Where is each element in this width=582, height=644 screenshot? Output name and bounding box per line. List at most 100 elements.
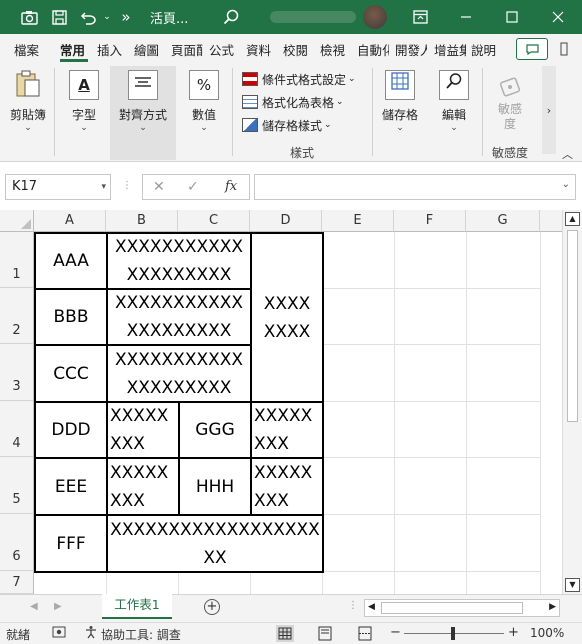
cell-d1[interactable]: XXXXXXXX — [250, 232, 324, 403]
formula-input[interactable]: ⌄ — [254, 174, 576, 200]
row-header-5[interactable]: 5 — [0, 457, 34, 514]
tab-help[interactable]: 說明 — [471, 40, 496, 59]
conditional-format-button[interactable]: 條件式格式設定 ⌄ — [242, 70, 370, 88]
cell-a4[interactable]: DDD — [34, 401, 108, 459]
row-header-7[interactable]: 7 — [0, 571, 34, 594]
enter-icon[interactable]: ✓ — [187, 179, 199, 195]
add-sheet-icon[interactable]: + — [204, 599, 220, 615]
zoom-in-button[interactable]: + — [508, 625, 519, 640]
tab-page-layout[interactable]: 頁面配 — [171, 40, 203, 59]
tab-formulas[interactable]: 公式 — [209, 40, 234, 59]
row-header-2[interactable]: 2 — [0, 288, 34, 344]
ribbon-display-icon[interactable] — [406, 0, 434, 34]
name-box[interactable]: K17 ▾ — [5, 174, 111, 200]
cell-c5[interactable]: HHH — [178, 457, 252, 516]
avatar[interactable] — [360, 0, 390, 34]
format-as-table-button[interactable]: 格式化為表格 ⌄ — [242, 93, 370, 111]
worksheet-grid[interactable]: A B C D E F G 1 2 3 4 5 6 7 AAA XXXXXXXX… — [0, 210, 582, 594]
collapse-ribbon-icon[interactable]: ︿ — [562, 146, 573, 162]
font-button[interactable]: A 字型 ⌄ — [62, 70, 106, 133]
tab-splitter-icon[interactable]: ⋮ — [348, 600, 358, 611]
undo-dropdown-icon[interactable]: ⌄ — [100, 0, 114, 34]
close-icon[interactable] — [544, 0, 572, 34]
comments-button[interactable] — [516, 38, 548, 60]
horizontal-scroll-thumb[interactable] — [381, 602, 523, 614]
tab-insert[interactable]: 插入 — [97, 40, 122, 59]
tab-view[interactable]: 檢視 — [320, 40, 345, 59]
column-header-d[interactable]: D — [250, 210, 322, 232]
cell-b1[interactable]: XXXXXXXXXXXXXXXXXXXX — [106, 232, 252, 290]
minimize-icon[interactable] — [452, 0, 480, 34]
column-header-e[interactable]: E — [322, 210, 394, 232]
scroll-left-icon[interactable]: ◀ — [368, 602, 375, 612]
ribbon-overflow-icon[interactable] — [560, 42, 570, 58]
search-icon[interactable] — [220, 0, 242, 34]
normal-view-button[interactable] — [276, 625, 294, 642]
vertical-scroll-thumb[interactable] — [567, 230, 578, 422]
cell-d5[interactable]: XXXXXXXX — [250, 457, 324, 516]
insert-function-button[interactable]: fx — [225, 179, 237, 194]
column-header-b[interactable]: B — [106, 210, 178, 232]
scroll-up-icon[interactable]: ▲ — [565, 212, 580, 226]
cell-d4[interactable]: XXXXXXXX — [250, 401, 324, 459]
scroll-right-icon[interactable]: ▶ — [549, 602, 556, 612]
alignment-button[interactable]: 對齊方式 ⌄ — [112, 70, 174, 133]
expand-formula-bar-icon[interactable]: ⌄ — [562, 179, 570, 190]
accessibility-status[interactable]: 協助工具: 調查 — [101, 626, 181, 643]
number-button[interactable]: % 數值 ⌄ — [182, 70, 226, 133]
save-icon[interactable] — [46, 0, 72, 34]
column-header-f[interactable]: F — [394, 210, 466, 232]
accessibility-icon[interactable] — [84, 625, 100, 641]
tab-draw[interactable]: 繪圖 — [134, 40, 159, 59]
cells-button[interactable]: 儲存格 ⌄ — [378, 70, 422, 133]
tab-home[interactable]: 常用 — [60, 40, 85, 59]
cell-b5[interactable]: XXXXXXXX — [106, 457, 180, 516]
editing-button[interactable]: 編輯 ⌄ — [432, 70, 476, 133]
zoom-out-button[interactable]: − — [390, 625, 401, 640]
next-sheet-icon[interactable]: ▶ — [54, 601, 62, 612]
column-header-a[interactable]: A — [34, 210, 106, 232]
macro-record-icon[interactable] — [52, 625, 68, 641]
camera-icon[interactable] — [16, 0, 42, 34]
page-break-view-icon[interactable] — [356, 625, 374, 642]
cell-styles-button[interactable]: 儲存格樣式 ⌄ — [242, 116, 370, 134]
ribbon-scroll-right-icon[interactable]: › — [542, 66, 556, 154]
cell-b6[interactable]: XXXXXXXXXXXXXXXXXXXX — [106, 514, 324, 573]
cell-a1[interactable]: AAA — [34, 232, 108, 290]
cell-a3[interactable]: CCC — [34, 344, 108, 403]
column-header-g[interactable]: G — [466, 210, 540, 232]
row-header-1[interactable]: 1 — [0, 232, 34, 288]
sensitivity-button[interactable]: 敏感度 — [488, 70, 532, 132]
horizontal-scrollbar[interactable]: ◀ ▶ — [364, 599, 560, 617]
undo-icon[interactable] — [78, 0, 100, 34]
cell-c4[interactable]: GGG — [178, 401, 252, 459]
qat-more-icon[interactable]: » — [118, 0, 134, 34]
column-header-c[interactable]: C — [178, 210, 250, 232]
cell-b4[interactable]: XXXXXXXX — [106, 401, 180, 459]
row-header-6[interactable]: 6 — [0, 514, 34, 571]
sheet-tab-1[interactable]: 工作表1 — [102, 594, 172, 619]
cell-b3[interactable]: XXXXXXXXXXXXXXXXXXXX — [106, 344, 252, 403]
page-layout-view-icon[interactable] — [316, 625, 334, 642]
maximize-icon[interactable] — [498, 0, 526, 34]
row-header-4[interactable]: 4 — [0, 401, 34, 457]
cell-a2[interactable]: BBB — [34, 288, 108, 346]
tab-review[interactable]: 校閱 — [283, 40, 308, 59]
scroll-down-icon[interactable]: ▼ — [565, 578, 580, 592]
clipboard-button[interactable]: 剪貼簿 ⌄ — [6, 70, 50, 133]
prev-sheet-icon[interactable]: ◀ — [30, 601, 38, 612]
row-header-3[interactable]: 3 — [0, 344, 34, 401]
zoom-level[interactable]: 100% — [530, 626, 564, 640]
chevron-down-icon[interactable]: ▾ — [101, 175, 106, 199]
tab-developer[interactable]: 開發人 — [395, 40, 427, 59]
cancel-icon[interactable]: ✕ — [153, 179, 165, 195]
cell-a6[interactable]: FFF — [34, 514, 108, 573]
vertical-scrollbar[interactable]: ▲ ▼ — [562, 210, 582, 594]
cell-b2[interactable]: XXXXXXXXXXXXXXXXXXXX — [106, 288, 252, 346]
zoom-slider-thumb[interactable] — [451, 627, 455, 640]
tab-file[interactable]: 檔案 — [14, 40, 39, 59]
tab-data[interactable]: 資料 — [246, 40, 271, 59]
tab-addins[interactable]: 增益集 — [434, 40, 466, 59]
tab-automate[interactable]: 自動化 — [357, 40, 389, 59]
cell-a5[interactable]: EEE — [34, 457, 108, 516]
